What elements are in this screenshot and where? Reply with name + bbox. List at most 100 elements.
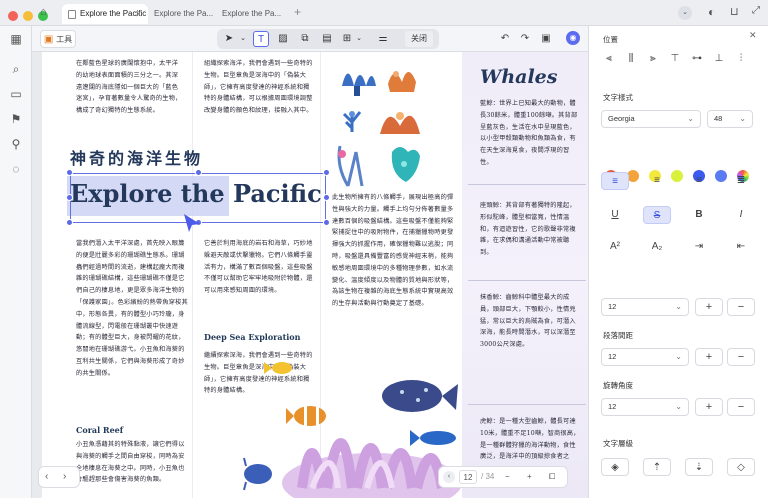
page-up-icon[interactable]: ‹ xyxy=(443,471,455,483)
font-size-select[interactable]: 48 ⌄ xyxy=(707,110,753,128)
palette-icon[interactable]: ◐ xyxy=(708,5,715,19)
fit-page-icon[interactable]: ⧠ xyxy=(549,467,555,487)
blue-whale-paragraph[interactable]: 藍鯨：世界上已知最大的動物，體長30餘米，體重100餘噸。其背部呈藍灰色，生活在… xyxy=(480,98,582,169)
align-bottom-icon[interactable]: ⊥ xyxy=(709,50,729,68)
current-page-field[interactable]: 12 xyxy=(459,470,477,484)
cart-icon[interactable]: ⊔ xyxy=(730,5,739,18)
text-layer-label: 文字層級 xyxy=(603,439,633,448)
subscript-icon[interactable]: A₂ xyxy=(643,238,671,256)
text-style-label: 文字樣式 xyxy=(603,93,633,102)
coral-reef-paragraph[interactable]: 當我們潛入太平洋深處，首先映入眼簾的便是壯麗多彩的珊瑚礁生態系。珊瑚蟲們經過時間… xyxy=(76,238,188,380)
clownfish-paragraph[interactable]: 小丑魚憑藉其的特殊黏液，讓它們得以與海葵的觸手之間自由穿梭，同時為安全地棲息在海… xyxy=(76,439,188,486)
rotation-increase-button[interactable]: + xyxy=(695,398,723,416)
bookmark-icon[interactable]: ⚑ xyxy=(9,112,23,126)
chevron-down-icon: ⌄ xyxy=(675,302,682,311)
close-window-button[interactable] xyxy=(8,11,18,21)
text-tool-icon[interactable]: T xyxy=(253,31,269,47)
align-left-text-icon[interactable]: ≡ xyxy=(601,172,629,190)
new-tab-button[interactable]: + xyxy=(294,5,301,19)
rotation-decrease-button[interactable]: − xyxy=(727,398,755,416)
octopus-paragraph[interactable]: 組織探索海洋，我們會遇到一些奇特的生物。巨型章魚是深海中的「偽裝大師」，它擁有高… xyxy=(204,58,314,117)
align-right-edge-icon[interactable]: ⫸ xyxy=(643,50,663,68)
whales-title[interactable]: Whales xyxy=(480,66,557,88)
tool-mode-button[interactable]: ▣ 工具 xyxy=(40,30,76,48)
bring-forward-icon[interactable]: ⇡ xyxy=(643,458,671,476)
search-icon[interactable]: ⌕ xyxy=(9,62,23,76)
align-center-text-icon[interactable]: ≡ xyxy=(643,172,671,190)
color-swatch-lime[interactable] xyxy=(671,170,683,182)
align-center-h-icon[interactable]: ⫼ xyxy=(621,50,641,68)
bold-icon[interactable]: B xyxy=(685,206,713,224)
intro-paragraph[interactable]: 在鄰藍色星球的廣闊懷抱中，太平洋的幼地球表面面積的三分之一。其深遠遼闊的海底隱如… xyxy=(76,58,184,117)
redo-icon[interactable]: ↷ xyxy=(518,30,532,48)
home-icon[interactable]: ⌂ xyxy=(40,6,52,18)
align-right-text-icon[interactable]: ≡ xyxy=(685,172,713,190)
paragraph-increase-button[interactable]: + xyxy=(695,348,723,366)
align-left-edge-icon[interactable]: ⫷ xyxy=(599,50,619,68)
spacing-decrease-button[interactable]: − xyxy=(727,298,755,316)
octopus-paragraph-2[interactable]: 它善於利用海底的岩石和海草，巧妙地躲避天敵或伏擊獵物。它們八條觸手靈活有力，構滿… xyxy=(204,238,314,297)
align-top-icon[interactable]: ⊤ xyxy=(665,50,685,68)
expand-icon[interactable]: ⤢ xyxy=(752,5,760,16)
settings-tool-icon[interactable]: ⚌ xyxy=(375,31,391,47)
distribute-icon[interactable]: ⫶ xyxy=(731,50,751,68)
tab-explore-pacific-1[interactable]: Explore the Pacific ✕ xyxy=(62,4,148,24)
prev-page-icon[interactable]: ‹ xyxy=(45,467,48,487)
humpback-paragraph[interactable]: 座頭鯨：其背部有著獨特的隆起，形似駝峰，體型相當寬，性情溫和，有迴遊習性，它的歌… xyxy=(480,200,582,259)
next-page-icon[interactable]: › xyxy=(63,467,66,487)
tab-explore-pacific-3[interactable]: Explore the Pa... xyxy=(216,4,286,24)
resize-handle[interactable] xyxy=(323,219,330,226)
indent-increase-icon[interactable]: ⇥ xyxy=(685,238,713,256)
page-icon[interactable]: ▭ xyxy=(9,87,23,101)
zoom-in-icon[interactable]: + xyxy=(527,467,532,487)
coral-reef-heading[interactable]: Coral Reef xyxy=(76,425,123,435)
tentacle-paragraph[interactable]: 此生物所擁有的八條觸手，展現出極高的彈性與強大的力量。觸手上均勻分佈著數量多達數… xyxy=(332,192,456,310)
crop-dropdown-icon[interactable]: ⌄ xyxy=(351,31,367,47)
undo-icon[interactable]: ↶ xyxy=(498,30,512,48)
tabs-dropdown-icon[interactable]: ⌄ xyxy=(678,6,692,20)
close-edit-button[interactable]: 关闭 xyxy=(405,31,433,47)
deep-sea-heading[interactable]: Deep Sea Exploration xyxy=(204,332,300,342)
paragraph-spacing-select[interactable]: 12 ⌄ xyxy=(601,348,689,366)
minimize-window-button[interactable] xyxy=(23,11,33,21)
underline-icon[interactable]: U xyxy=(601,206,629,224)
resize-handle[interactable] xyxy=(66,219,73,226)
resize-handle[interactable] xyxy=(66,194,73,201)
send-backward-icon[interactable]: ⇣ xyxy=(685,458,713,476)
bring-to-front-icon[interactable]: ◈ xyxy=(601,458,629,476)
close-tab-icon[interactable]: ✕ xyxy=(134,4,142,24)
page-control: ‹ 12 / 34 − + ⧠ xyxy=(438,466,568,488)
grid-icon[interactable]: ▦ xyxy=(9,32,23,46)
send-to-back-icon[interactable]: ◇ xyxy=(727,458,755,476)
chinese-title[interactable]: 神奇的海洋生物 xyxy=(70,145,203,169)
select-dropdown-icon[interactable]: ⌄ xyxy=(235,31,251,47)
rotation-select[interactable]: 12 ⌄ xyxy=(601,398,689,416)
color-swatch-periwinkle[interactable] xyxy=(715,170,727,182)
sperm-whale-paragraph[interactable]: 抹香鯨：齒鯨科中體型最大的成員，頭部巨大，下顎較小，性情兇猛，常以巨大的烏賊為食… xyxy=(480,292,582,351)
tab-explore-pacific-2[interactable]: Explore the Pa... xyxy=(150,4,220,24)
resize-handle[interactable] xyxy=(66,169,73,176)
yellow-tang-fish xyxy=(264,362,292,374)
font-family-select[interactable]: Georgia ⌄ xyxy=(601,110,701,128)
attachment-icon[interactable]: ⚲ xyxy=(9,137,23,151)
justify-text-icon[interactable]: ≣ xyxy=(727,172,755,190)
stamp-tool-icon[interactable]: ▤ xyxy=(319,31,335,47)
resize-handle[interactable] xyxy=(195,169,202,176)
superscript-icon[interactable]: A² xyxy=(601,238,629,256)
save-icon[interactable]: ▣ xyxy=(538,30,554,48)
align-middle-v-icon[interactable]: ⊶ xyxy=(687,50,707,68)
italic-icon[interactable]: I xyxy=(727,206,755,224)
spacing-select[interactable]: 12 ⌄ xyxy=(601,298,689,316)
ai-assistant-icon[interactable]: ◉ xyxy=(566,31,580,45)
spacing-increase-button[interactable]: + xyxy=(695,298,723,316)
link-tool-icon[interactable]: ⧉ xyxy=(297,31,313,47)
indent-decrease-icon[interactable]: ⇤ xyxy=(727,238,755,256)
comment-icon[interactable]: ◌ xyxy=(9,162,23,176)
pufferfish xyxy=(382,380,458,412)
image-tool-icon[interactable]: ▨ xyxy=(275,31,291,47)
strikethrough-icon[interactable]: S xyxy=(643,206,671,224)
close-panel-icon[interactable]: ✕ xyxy=(749,30,757,41)
paragraph-decrease-button[interactable]: − xyxy=(727,348,755,366)
coral-images[interactable] xyxy=(328,56,458,206)
zoom-out-icon[interactable]: − xyxy=(505,467,510,487)
